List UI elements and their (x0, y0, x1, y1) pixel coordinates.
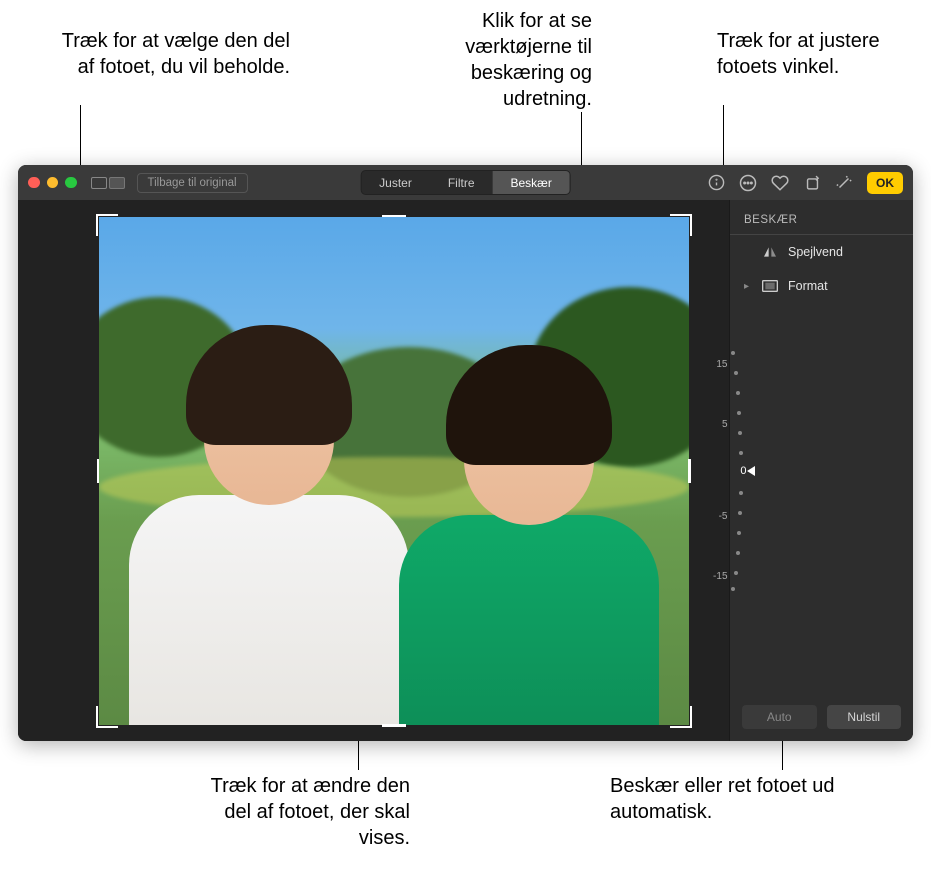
photos-edit-window: Tilbage til original Juster Filtre Beskæ… (18, 165, 913, 741)
fullscreen-window-button[interactable] (65, 177, 77, 189)
tab-adjust[interactable]: Juster (361, 171, 430, 194)
done-button[interactable]: OK (867, 172, 903, 194)
crop-handle-bottom[interactable] (382, 724, 406, 727)
canvas-area: 15 5 -5 -15 0 (18, 200, 729, 741)
chevron-right-icon: ▸ (744, 281, 752, 292)
sidebar-item-label: Format (788, 279, 828, 293)
straighten-dial[interactable]: 15 5 -5 -15 0 (685, 351, 741, 591)
close-window-button[interactable] (28, 177, 40, 189)
compare-right-icon (109, 177, 125, 189)
crop-handle-br[interactable] (670, 706, 692, 728)
callout-pan: Træk for at ændre den del af fotoet, der… (180, 773, 410, 851)
auto-enhance-icon[interactable] (835, 174, 853, 192)
compare-left-icon (91, 177, 107, 189)
info-icon[interactable] (707, 174, 725, 192)
subject-right (399, 365, 659, 725)
favorite-icon[interactable] (771, 174, 789, 192)
crop-handle-tl[interactable] (96, 214, 118, 236)
callout-auto: Beskær eller ret fotoet ud automatisk. (610, 773, 870, 825)
callout-crop-tab: Klik for at se værktøjerne til beskæring… (377, 8, 592, 112)
crop-handle-bl[interactable] (96, 706, 118, 728)
dial-pointer-icon (747, 466, 755, 476)
flip-icon (762, 245, 778, 259)
revert-to-original-button[interactable]: Tilbage til original (137, 173, 248, 193)
rotate-icon[interactable] (803, 174, 821, 192)
reset-crop-button[interactable]: Nulstil (827, 705, 902, 729)
callout-line (581, 112, 582, 172)
compare-toggle[interactable] (91, 177, 125, 189)
toolbar-right: OK (707, 172, 903, 194)
sidebar-bottom-buttons: Auto Nulstil (730, 705, 913, 729)
minimize-window-button[interactable] (47, 177, 59, 189)
dial-label: 5 (698, 419, 728, 430)
callout-crop-drag: Træk for at vælge den del af fotoet, du … (60, 28, 290, 80)
crop-handle-tr[interactable] (670, 214, 692, 236)
crop-frame[interactable]: 15 5 -5 -15 0 (99, 217, 689, 725)
tab-filters[interactable]: Filtre (430, 171, 493, 194)
window-controls (28, 177, 77, 189)
callout-angle: Træk for at justere fotoets vinkel. (717, 28, 882, 80)
subject-left (129, 345, 409, 725)
aspect-icon (762, 279, 778, 293)
titlebar: Tilbage til original Juster Filtre Beskæ… (18, 165, 913, 200)
crop-handle-left[interactable] (97, 459, 100, 483)
sidebar-item-flip[interactable]: Spejlvend (730, 235, 913, 269)
tab-crop[interactable]: Beskær (493, 171, 570, 194)
edit-mode-tabs: Juster Filtre Beskær (360, 170, 571, 195)
dial-label: -5 (698, 511, 728, 522)
dial-label: -15 (698, 571, 728, 582)
auto-crop-button[interactable]: Auto (742, 705, 817, 729)
photo[interactable] (99, 217, 689, 725)
dial-label: 15 (698, 359, 728, 370)
more-icon[interactable] (739, 174, 757, 192)
sidebar-item-label: Spejlvend (788, 245, 843, 259)
sidebar-title: BESKÆR (730, 214, 913, 235)
crop-sidebar: BESKÆR Spejlvend ▸ Format Auto Nulstil (729, 200, 913, 741)
crop-handle-top[interactable] (382, 215, 406, 218)
sidebar-item-aspect[interactable]: ▸ Format (730, 269, 913, 303)
